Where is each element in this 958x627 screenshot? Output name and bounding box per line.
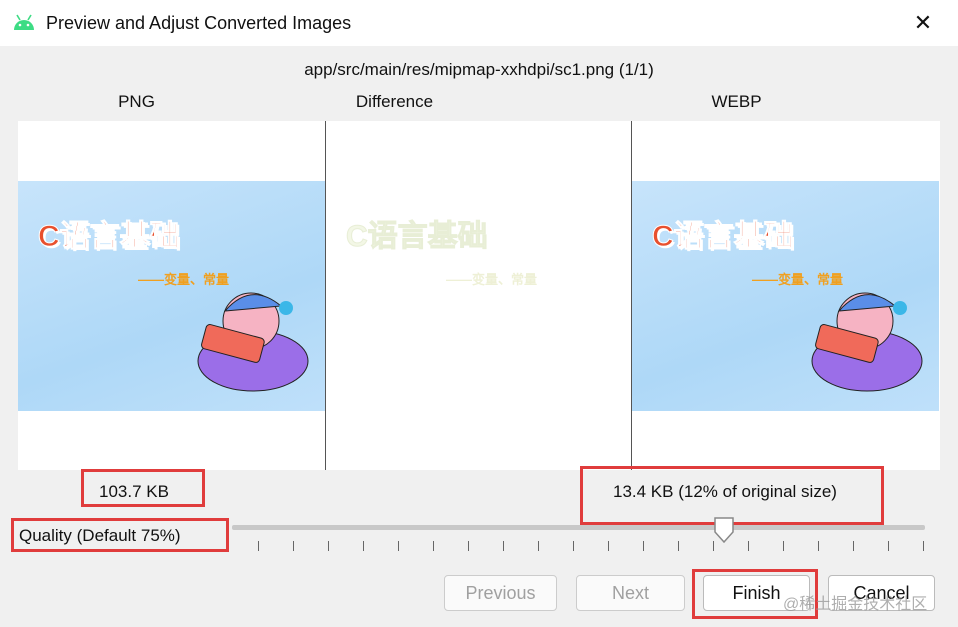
- highlight-box: [81, 469, 205, 507]
- slider-tick: [608, 541, 609, 551]
- slider-thumb[interactable]: [713, 516, 735, 544]
- slider-tick: [818, 541, 819, 551]
- slider-tick: [783, 541, 784, 551]
- slider-tick: [468, 541, 469, 551]
- png-image: C语言基础 ——变量、常量: [18, 181, 325, 411]
- slider-tick: [853, 541, 854, 551]
- slider-tick: [503, 541, 504, 551]
- quality-slider[interactable]: [232, 525, 925, 530]
- webp-header: WEBP: [711, 92, 762, 111]
- slider-tick: [363, 541, 364, 551]
- previous-button[interactable]: Previous: [444, 575, 557, 611]
- close-icon[interactable]: ✕: [908, 10, 938, 36]
- slider-tick: [538, 541, 539, 551]
- png-preview: C语言基础 ——变量、常量: [18, 121, 325, 470]
- slider-tick: [258, 541, 259, 551]
- difference-image: C语言基础 ——变量、常量: [326, 181, 631, 411]
- slider-tick: [888, 541, 889, 551]
- webp-preview: C语言基础 ——变量、常量: [632, 121, 940, 470]
- slider-tick: [433, 541, 434, 551]
- image-title: C语言基础: [346, 220, 489, 254]
- slider-tick: [923, 541, 924, 551]
- slider-tick: [328, 541, 329, 551]
- difference-header: Difference: [355, 92, 434, 111]
- highlight-box: [11, 518, 229, 552]
- title-bar: Preview and Adjust Converted Images ✕: [0, 0, 958, 46]
- image-title: C语言基础: [38, 220, 181, 254]
- pig-illustration: [197, 292, 309, 392]
- watermark: @稀土掘金技术社区: [783, 596, 928, 613]
- file-path: app/src/main/res/mipmap-xxhdpi/sc1.png (…: [304, 60, 654, 79]
- slider-tick: [398, 541, 399, 551]
- window-title: Preview and Adjust Converted Images: [46, 13, 352, 33]
- image-title: C语言基础: [652, 220, 795, 254]
- webp-image: C语言基础 ——变量、常量: [632, 181, 939, 411]
- divider: [631, 121, 632, 470]
- slider-tick: [293, 541, 294, 551]
- slider-tick: [748, 541, 749, 551]
- difference-preview: C语言基础 ——变量、常量: [326, 121, 631, 470]
- divider: [325, 121, 326, 470]
- image-subtitle: ——变量、常量: [446, 272, 538, 287]
- slider-tick: [573, 541, 574, 551]
- slider-tick: [678, 541, 679, 551]
- pig-illustration: [811, 292, 923, 392]
- next-button[interactable]: Next: [576, 575, 685, 611]
- android-icon: [14, 14, 34, 30]
- slider-tick: [643, 541, 644, 551]
